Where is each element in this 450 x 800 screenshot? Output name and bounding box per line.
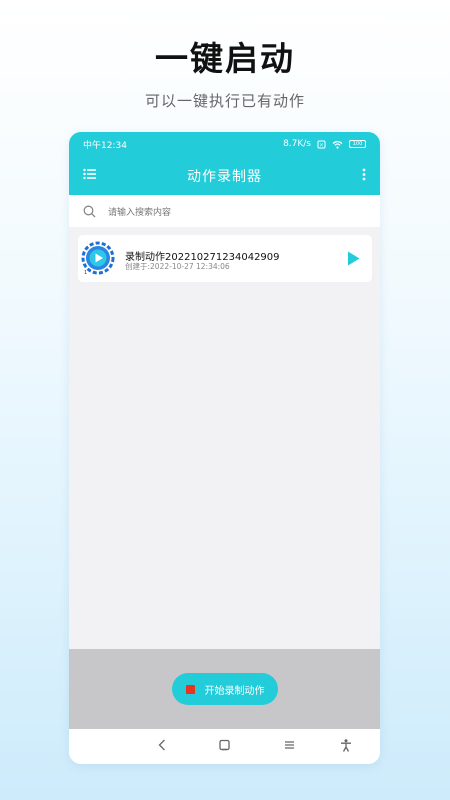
menu-icon[interactable] [83, 168, 96, 180]
more-vertical-icon[interactable] [362, 168, 366, 181]
search-bar[interactable]: 请输入搜索内容 [69, 195, 380, 227]
svg-text:1: 1 [84, 270, 87, 275]
svg-text:×: × [319, 142, 323, 148]
status-bar: 中午12:34 8.7K/s × 100 [69, 132, 380, 156]
recents-icon[interactable] [284, 739, 295, 751]
gear-play-icon: 1 [81, 241, 115, 275]
status-time: 中午12:34 [83, 140, 127, 151]
promo-headline: 一键启动 [155, 39, 295, 78]
accessibility-icon[interactable] [340, 739, 352, 752]
record-icon [185, 684, 195, 694]
app-title: 动作录制器 [187, 168, 262, 185]
record-button-label: 开始录制动作 [204, 685, 265, 697]
promo-subline: 可以一键执行已有动作 [144, 92, 305, 110]
status-indicators: 8.7K/s × 100 [283, 139, 366, 149]
list-item[interactable]: 1 录制动作20221027123404290​9 创建于:2022-10-27… [78, 235, 372, 282]
recording-time: 创建于:2022-10-27 12:34:06 [125, 262, 230, 271]
phone-screen: 中午12:34 8.7K/s × 100 动作录制器 请输入搜索内容 1 录制动… [69, 132, 380, 764]
play-icon[interactable] [347, 251, 360, 266]
search-input[interactable]: 请输入搜索内容 [108, 205, 171, 218]
recording-list: 1 录制动作20221027123404290​9 创建于:2022-10-27… [69, 227, 380, 649]
sim-icon: × [317, 140, 326, 148]
home-icon[interactable] [219, 739, 230, 751]
network-speed: 8.7K/s [283, 139, 311, 149]
system-nav-bar [69, 729, 380, 764]
battery-icon: 100 [349, 140, 366, 148]
back-icon[interactable] [158, 739, 166, 751]
bottom-panel: 开始录制动作 [69, 649, 380, 729]
search-icon [83, 205, 96, 217]
wifi-icon [332, 140, 343, 149]
start-recording-button[interactable]: 开始录制动作 [172, 673, 278, 705]
app-bar: 动作录制器 [69, 156, 380, 195]
